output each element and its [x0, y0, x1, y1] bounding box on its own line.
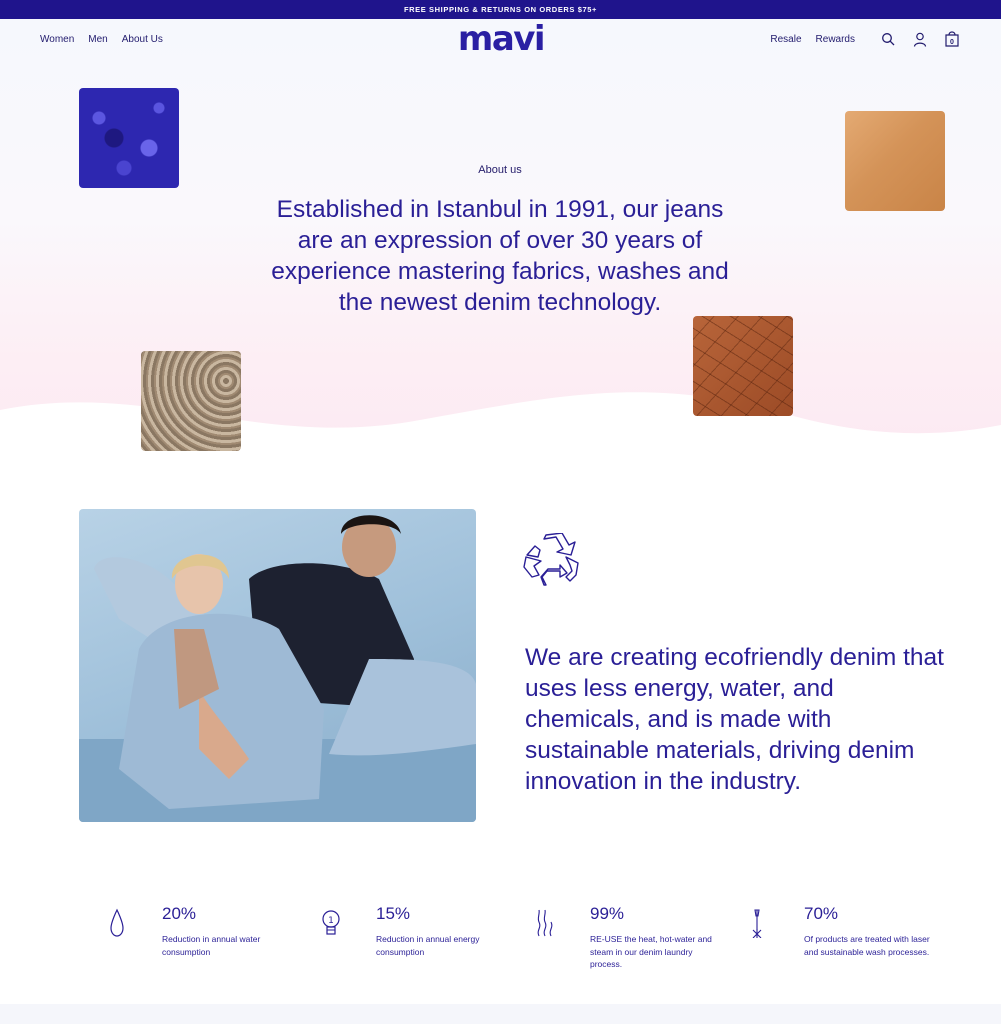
nav-right: Resale Rewards 0: [770, 30, 961, 48]
steam-icon: [537, 909, 553, 937]
stat-description: Reduction in annual water consumption: [162, 934, 261, 957]
lightbulb-icon: 1: [322, 910, 340, 935]
about-us-label: About us: [478, 164, 522, 176]
cart-icon[interactable]: 0: [943, 30, 961, 48]
texture-cracked-clay-tile: [693, 316, 793, 416]
denim-models-photo: [79, 509, 476, 822]
stat-value: 20%: [162, 904, 197, 923]
stat-description: Of products are treated with laser and s…: [804, 934, 930, 957]
nav-about-link[interactable]: About Us: [122, 34, 163, 45]
stat-value: 15%: [376, 904, 411, 923]
nav-men-link[interactable]: Men: [88, 34, 107, 45]
footer-band: [0, 1004, 1001, 1024]
promo-banner: FREE SHIPPING & RETURNS ON ORDERS $75+: [0, 0, 1001, 19]
texture-sand-tile: [845, 111, 945, 211]
account-icon[interactable]: [911, 30, 929, 48]
cart-count: 0: [950, 38, 954, 46]
nav-left: Women Men About Us: [40, 34, 163, 45]
search-icon[interactable]: [879, 30, 897, 48]
texture-wood-rings-tile: [141, 351, 241, 451]
brand-logo[interactable]: mavi: [453, 21, 549, 57]
main-nav: Women Men About Us mavi Resale Rewards 0: [0, 19, 1001, 60]
stat-value: 70%: [804, 904, 839, 923]
water-drop-icon: [110, 908, 124, 937]
nav-rewards-link[interactable]: Rewards: [816, 34, 855, 45]
nav-resale-link[interactable]: Resale: [770, 34, 801, 45]
texture-blue-dye-tile: [79, 88, 179, 188]
eco-statement: We are creating ecofriendly denim that u…: [525, 644, 944, 795]
laser-icon: [752, 909, 762, 938]
stat-description: RE-USE the heat, hot-water and steam in …: [590, 934, 712, 969]
promo-text: FREE SHIPPING & RETURNS ON ORDERS $75+: [403, 5, 598, 14]
svg-text:1: 1: [328, 916, 334, 926]
hero-headline: Established in Istanbul in 1991, our jea…: [271, 196, 729, 316]
nav-women-link[interactable]: Women: [40, 34, 74, 45]
stat-description: Reduction in annual energy consumption: [376, 934, 480, 957]
recycle-icon: [523, 533, 579, 586]
stat-value: 99%: [590, 904, 625, 923]
